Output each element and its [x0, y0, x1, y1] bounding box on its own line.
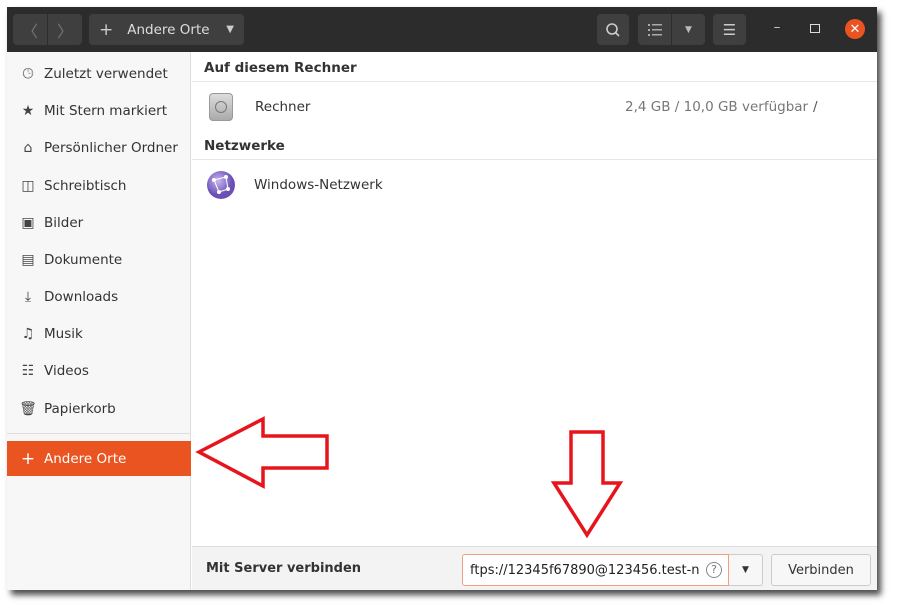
left-arrow-annotation — [195, 416, 329, 489]
down-arrow-annotation — [550, 430, 624, 539]
annotation-arrows — [195, 416, 624, 539]
